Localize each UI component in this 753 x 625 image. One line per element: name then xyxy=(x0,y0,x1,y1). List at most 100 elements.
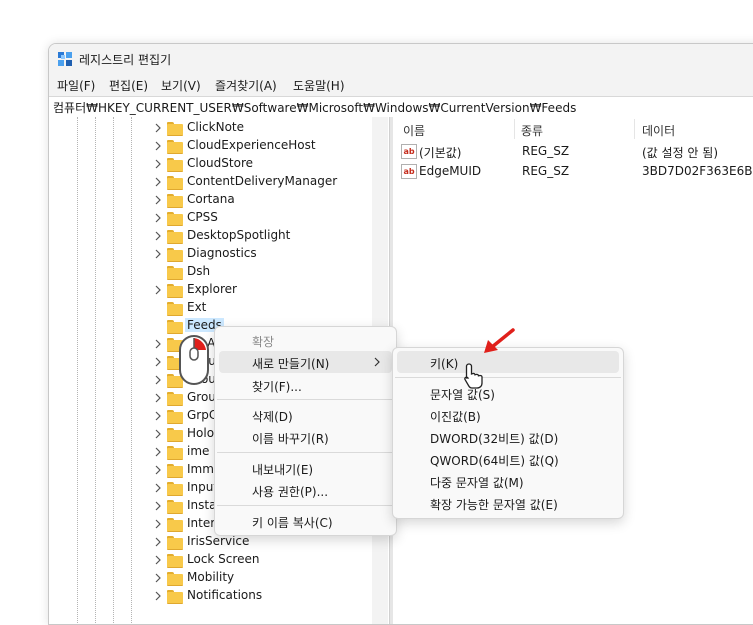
menu-file[interactable]: 파일(F) xyxy=(57,77,95,94)
value-row[interactable]: ab (기본값) REG_SZ (값 설정 안 됨) xyxy=(393,141,753,161)
submenu-qword-value[interactable]: QWORD(64비트) 값(Q) xyxy=(393,448,623,470)
value-name: EdgeMUID xyxy=(419,164,482,178)
chevron-right-icon[interactable] xyxy=(153,447,163,457)
tree-item[interactable]: ContentDeliveryManager xyxy=(149,173,389,191)
tree-item[interactable]: DesktopSpotlight xyxy=(149,227,389,245)
tree-item[interactable]: Explorer xyxy=(149,281,389,299)
tree-item-label: Cortana xyxy=(187,192,235,206)
tree-item-label: GrpC xyxy=(187,408,218,422)
value-name: (기본값) xyxy=(419,146,462,160)
chevron-right-icon[interactable] xyxy=(153,429,163,439)
address-path[interactable]: 컴퓨터₩HKEY_CURRENT_USER₩Software₩Microsoft… xyxy=(53,99,576,116)
tree-item-label: ContentDeliveryManager xyxy=(187,174,338,188)
folder-icon xyxy=(167,554,183,568)
context-menu: 확장 새로 만들기(N) 찾기(F)... 삭제(D) 이름 바꾸기(R) 내보… xyxy=(214,326,397,536)
tree-item[interactable]: Notifications xyxy=(149,587,389,605)
tree-item-label: CloudExperienceHost xyxy=(187,138,316,152)
folder-icon xyxy=(167,122,183,136)
submenu-item-label: 다중 문자열 값(M) xyxy=(430,476,524,490)
chevron-right-icon[interactable] xyxy=(153,339,163,349)
folder-icon xyxy=(167,392,183,406)
chevron-right-icon[interactable] xyxy=(153,465,163,475)
registry-editor-icon xyxy=(58,52,72,66)
submenu-item-label: QWORD(64비트) 값(Q) xyxy=(430,454,559,468)
chevron-right-icon[interactable] xyxy=(153,285,163,295)
chevron-right-icon[interactable] xyxy=(153,483,163,493)
chevron-right-icon[interactable] xyxy=(153,231,163,241)
submenu-expandable-string-value[interactable]: 확장 가능한 문자열 값(E) xyxy=(393,492,623,514)
column-divider[interactable] xyxy=(514,119,515,139)
value-data: (값 설정 안 됨) xyxy=(642,146,719,160)
address-bar[interactable]: 컴퓨터₩HKEY_CURRENT_USER₩Software₩Microsoft… xyxy=(49,96,753,118)
tree-guide-line xyxy=(77,117,78,624)
tree-item[interactable]: Diagnostics xyxy=(149,245,389,263)
menu-help[interactable]: 도움말(H) xyxy=(293,77,345,94)
submenu-item-label: 키(K) xyxy=(430,357,459,371)
tree-item[interactable]: Dsh xyxy=(149,263,389,281)
folder-icon xyxy=(167,230,183,244)
chevron-right-icon[interactable] xyxy=(153,357,163,367)
ctx-item-label: 삭제(D) xyxy=(252,410,293,424)
submenu-item-label: 확장 가능한 문자열 값(E) xyxy=(430,498,558,512)
ctx-delete[interactable]: 삭제(D) xyxy=(215,404,396,426)
ctx-item-label: 찾기(F)... xyxy=(252,380,302,394)
folder-icon xyxy=(167,212,183,226)
chevron-right-icon[interactable] xyxy=(153,573,163,583)
value-row[interactable]: ab EdgeMUID REG_SZ 3BD7D02F363E6BE9 xyxy=(393,161,753,181)
ctx-new[interactable]: 새로 만들기(N) xyxy=(219,351,392,373)
column-header-type[interactable]: 종류 xyxy=(521,122,543,139)
column-divider[interactable] xyxy=(634,119,635,139)
submenu-item-label: DWORD(32비트) 값(D) xyxy=(430,432,559,446)
menu-view[interactable]: 보기(V) xyxy=(161,77,201,94)
new-submenu: 키(K) 문자열 값(S) 이진값(B) DWORD(32비트) 값(D) QW… xyxy=(392,347,624,519)
tree-item-label: Notifications xyxy=(187,588,263,602)
ctx-rename[interactable]: 이름 바꾸기(R) xyxy=(215,426,396,448)
chevron-right-icon[interactable] xyxy=(153,591,163,601)
chevron-right-icon[interactable] xyxy=(153,393,163,403)
ctx-expand[interactable]: 확장 xyxy=(215,329,396,351)
tree-item[interactable]: CloudExperienceHost xyxy=(149,137,389,155)
folder-icon xyxy=(167,518,183,532)
folder-icon xyxy=(167,482,183,496)
tree-item[interactable]: Mobility xyxy=(149,569,389,587)
chevron-right-icon[interactable] xyxy=(153,123,163,133)
tree-guide-line xyxy=(131,117,132,624)
chevron-right-icon[interactable] xyxy=(153,213,163,223)
chevron-right-icon xyxy=(374,357,380,367)
tree-item[interactable]: Ext xyxy=(149,299,389,317)
ctx-permissions[interactable]: 사용 권한(P)... xyxy=(215,479,396,501)
tree-item[interactable]: Lock Screen xyxy=(149,551,389,569)
tree-item-label: CloudStore xyxy=(187,156,253,170)
submenu-string-value[interactable]: 문자열 값(S) xyxy=(393,382,623,404)
chevron-right-icon[interactable] xyxy=(153,177,163,187)
chevron-right-icon[interactable] xyxy=(153,519,163,529)
tree-item[interactable]: CloudStore xyxy=(149,155,389,173)
chevron-right-icon[interactable] xyxy=(153,555,163,565)
submenu-binary-value[interactable]: 이진값(B) xyxy=(393,404,623,426)
folder-icon xyxy=(167,572,183,586)
chevron-right-icon[interactable] xyxy=(153,249,163,259)
menu-edit[interactable]: 편집(E) xyxy=(109,77,148,94)
chevron-right-icon[interactable] xyxy=(153,537,163,547)
chevron-right-icon[interactable] xyxy=(153,195,163,205)
submenu-multi-string-value[interactable]: 다중 문자열 값(M) xyxy=(393,470,623,492)
ctx-export[interactable]: 내보내기(E) xyxy=(215,457,396,479)
column-header-name[interactable]: 이름 xyxy=(403,122,425,139)
tree-item[interactable]: ClickNote xyxy=(149,119,389,137)
tree-guide-line xyxy=(95,117,96,624)
tree-item[interactable]: Cortana xyxy=(149,191,389,209)
tree-item[interactable]: CPSS xyxy=(149,209,389,227)
submenu-item-label: 이진값(B) xyxy=(430,410,481,424)
ctx-copy-key-name[interactable]: 키 이름 복사(C) xyxy=(215,510,396,532)
submenu-dword-value[interactable]: DWORD(32비트) 값(D) xyxy=(393,426,623,448)
chevron-right-icon[interactable] xyxy=(153,501,163,511)
chevron-right-icon[interactable] xyxy=(153,411,163,421)
column-header-data[interactable]: 데이터 xyxy=(642,122,675,139)
menu-favorites[interactable]: 즐겨찾기(A) xyxy=(215,77,277,94)
chevron-right-icon[interactable] xyxy=(153,141,163,151)
chevron-right-icon[interactable] xyxy=(153,375,163,385)
ctx-item-label: 내보내기(E) xyxy=(252,463,314,477)
chevron-right-icon[interactable] xyxy=(153,159,163,169)
tree-item-label: Diagnostics xyxy=(187,246,257,260)
ctx-find[interactable]: 찾기(F)... xyxy=(215,374,396,396)
